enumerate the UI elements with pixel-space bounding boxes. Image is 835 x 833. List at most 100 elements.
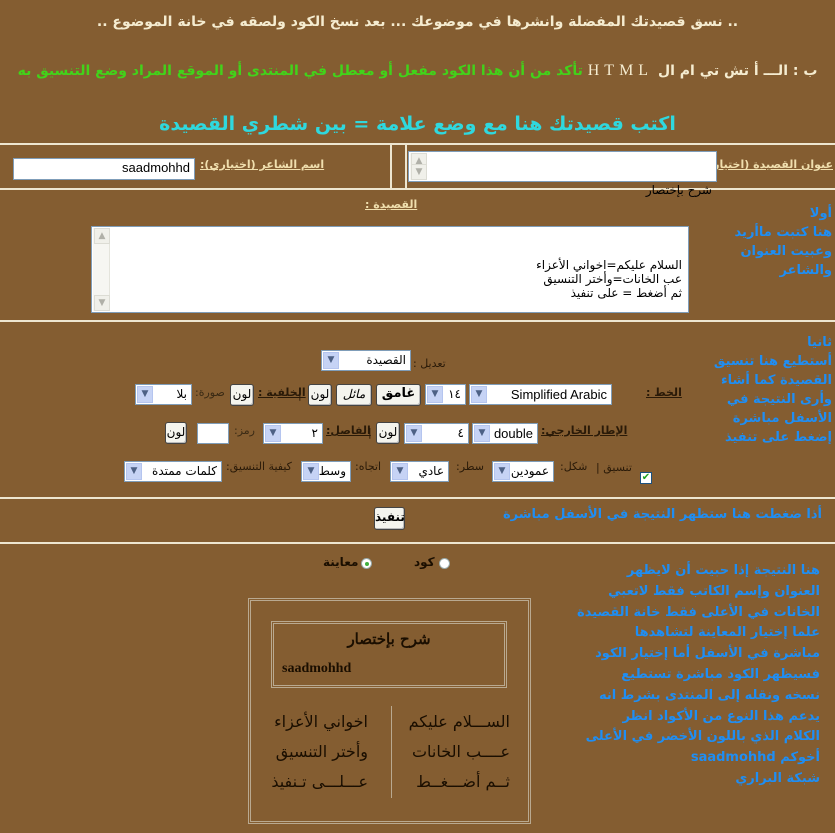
symbol-field[interactable]	[197, 423, 229, 444]
bold-button[interactable]: غامق	[376, 384, 421, 406]
hint-second: ثانيا أستطيع هنا تنسيق القصيدة كما أشاء …	[682, 333, 832, 447]
divider	[390, 145, 392, 188]
preview-label: معاينة	[323, 555, 359, 569]
verse-half: ثــم أضـــغــط	[416, 772, 510, 791]
code-radio[interactable]	[439, 558, 450, 569]
separator-select[interactable]: ▼ ٢	[263, 423, 323, 444]
page-heading: اكتب قصيدتك هنا مع وضع علامة = بين شطري …	[159, 113, 676, 135]
verse-half: الســـلام عليكم	[408, 712, 510, 731]
poem-value: السلام عليكم=اخواني الأعزاء عب الخانات=و…	[536, 258, 682, 300]
hint-line: أولا	[809, 206, 832, 221]
divider	[0, 320, 835, 322]
chevron-down-icon[interactable]: ▼	[406, 425, 422, 442]
divider	[0, 542, 835, 544]
hint-line: أخوكم saadmohhd	[690, 750, 820, 766]
chevron-up-icon[interactable]: ▲	[94, 228, 110, 244]
divider	[405, 145, 407, 188]
hint-line: الأسفل مباشرة	[732, 411, 832, 426]
direction-select[interactable]: ▼ وسط	[301, 461, 351, 482]
chevron-down-icon[interactable]: ▼	[411, 164, 427, 180]
hint-result: هنا النتيجة إذا حبيت أن لايظهر العنوان و…	[530, 561, 820, 790]
verse-half: عــــب الخانات	[411, 742, 510, 761]
hint-line: إضغط على تنفيذ	[724, 430, 832, 445]
preview-radio[interactable]	[361, 558, 372, 569]
hint-line: شبكة البراري	[735, 770, 820, 786]
title-value: شرح بإختصار	[645, 183, 712, 197]
align-checkbox[interactable]: ✔	[640, 472, 652, 484]
separator-label: الفاصل:	[326, 424, 371, 437]
method-label: كيفية التنسيق:	[226, 460, 292, 473]
chevron-down-icon[interactable]: ▼	[474, 425, 490, 442]
hint-line: القصيدة كما أشاء	[721, 373, 832, 388]
line-label: سطر:	[456, 460, 485, 473]
hint-line: نسخه ونقله إلى المنتدى بشرط انه	[599, 687, 820, 703]
chevron-down-icon[interactable]: ▼	[94, 295, 110, 311]
image-select[interactable]: ▼ بلا	[135, 384, 192, 405]
execute-button[interactable]: تنفيذ	[374, 507, 405, 530]
image-label: صورة:	[195, 386, 225, 399]
preview-poet: saadmohhd	[282, 661, 352, 676]
border-style-select[interactable]: ▼ double	[472, 423, 538, 444]
poem-label: القصيدة :	[365, 198, 418, 211]
chevron-down-icon[interactable]: ▼	[392, 463, 408, 480]
hint-line: الخانات في الأعلى فقط خانة القصيدة	[577, 604, 820, 620]
poet-field[interactable]: saadmohhd	[13, 158, 195, 180]
hint-line: وأرى النتيجة في	[726, 392, 832, 407]
poet-label: اسم الشاعر (اختياري):	[200, 158, 325, 171]
chevron-down-icon[interactable]: ▼	[265, 425, 281, 442]
preview-title: شرح بإختصار	[347, 630, 431, 648]
hint-line: أستطيع هنا تنسيق	[713, 354, 832, 369]
background-color-button[interactable]: لون	[230, 384, 254, 406]
hint-line: فسيظهر الكود مباشرة تستطيع	[621, 666, 820, 682]
font-select[interactable]: ▼ Simplified Arabic	[469, 384, 612, 405]
chevron-down-icon[interactable]: ▼	[494, 463, 510, 480]
html-note: ب : الـــ أ تش تي ام ال HTML تأكد من أن …	[0, 62, 835, 80]
chevron-down-icon[interactable]: ▼	[303, 463, 319, 480]
hint-line: هنا كتبت ماأريد	[734, 225, 832, 240]
html-note-html: HTML	[587, 62, 654, 79]
hint-line: الكلام الذي باللون الأخضر في الأعلى	[585, 729, 820, 745]
column-divider	[391, 706, 392, 798]
hint-line: والشاعر	[779, 263, 833, 278]
preview-left-column: اخواني الأعزاء وأختر التنسيق عـــلـــى ت…	[268, 707, 368, 797]
code-label: كود	[414, 555, 435, 569]
title-scrollbar[interactable]: ▲ ▼	[410, 153, 427, 180]
direction-label: اتجاه:	[355, 460, 382, 473]
hint-line: العنوان وإسم الكاتب فقط لاتعبي	[608, 583, 820, 599]
chevron-down-icon[interactable]: ▼	[323, 352, 339, 369]
shape-label: شكل:	[560, 460, 588, 473]
shape-select[interactable]: ▼ عمودين	[492, 461, 554, 482]
font-label: الخط :	[646, 386, 682, 399]
hint-line: ثانيا	[807, 335, 832, 350]
method-select[interactable]: ▼ كلمات ممتدة	[124, 461, 222, 482]
poem-scrollbar[interactable]: ▲ ▼	[93, 228, 110, 311]
chevron-down-icon[interactable]: ▼	[471, 386, 487, 403]
border-label: الإطار الخارجي:	[541, 424, 628, 437]
intro-text: .. نسق قصيدتك المفضلة وانشرها في موضوعك …	[96, 14, 739, 30]
edit-label: تعديل :	[413, 357, 446, 370]
hint-line: مباشرة في الأسفل أما إختيار الكود	[595, 646, 820, 662]
italic-button[interactable]: مائل	[336, 384, 372, 406]
edit-select[interactable]: ▼ القصيدة	[321, 350, 411, 371]
align-label: تنسيق |	[596, 461, 632, 474]
font-color-button[interactable]: لون	[308, 384, 332, 406]
symbol-color-button[interactable]: لون	[165, 422, 187, 444]
hint-line: هنا النتيجة إذا حبيت أن لايظهر	[626, 563, 820, 578]
html-note-suffix: تأكد من أن هذا الكود مفعل أو معطل في الم…	[17, 63, 583, 79]
poem-textarea[interactable]: ▲ ▼ السلام عليكم=اخواني الأعزاء عب الخانا…	[91, 226, 689, 313]
execute-hint: أذا ضغطت هنا ستظهر النتيجة في الأسفل مبا…	[502, 507, 822, 522]
hint-line: علما إختيار المعاينة لتشاهدها	[634, 625, 820, 641]
line-select[interactable]: ▼ عادي	[390, 461, 449, 482]
verse-half: عـــلـــى تـنفيذ	[271, 772, 368, 791]
hint-line: وعبيت العنوان	[740, 244, 832, 259]
title-field[interactable]: ▲ ▼ شرح بإختصار	[408, 151, 717, 197]
chevron-down-icon[interactable]: ▼	[126, 463, 142, 480]
chevron-down-icon[interactable]: ▼	[427, 386, 443, 403]
border-color-button[interactable]: لون	[376, 422, 400, 444]
hint-first: أولا هنا كتبت ماأريد وعبيت العنوان والشا…	[692, 204, 832, 280]
size-select[interactable]: ▼ ١٤	[425, 384, 466, 405]
html-note-prefix: ب : الـــ أ تش تي ام ال	[657, 63, 818, 79]
background-label: الخلفية :	[258, 386, 306, 399]
chevron-down-icon[interactable]: ▼	[137, 386, 153, 403]
border-width-select[interactable]: ▼ ٤	[404, 423, 469, 444]
